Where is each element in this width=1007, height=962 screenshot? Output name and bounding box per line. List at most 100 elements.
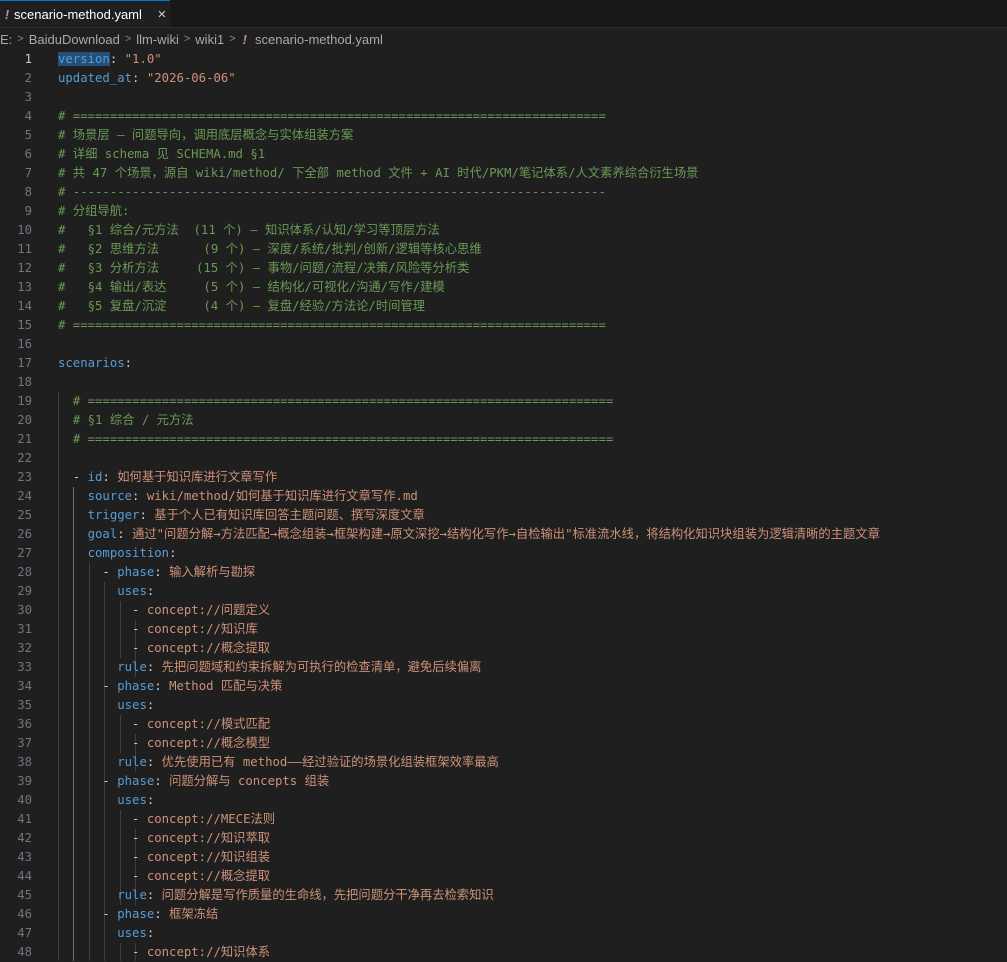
code-line[interactable]: 10 # §1 综合/元方法 (11 个) — 知识体系/认知/学习等顶层方法 (0, 221, 1007, 240)
code-line[interactable]: 12 # §3 分析方法 (15 个) — 事物/问题/流程/决策/风险等分析类 (0, 259, 1007, 278)
code-line[interactable]: 32 - concept://概念提取 (0, 639, 1007, 658)
code-line[interactable]: 11 # §2 思维方法 (9 个) — 深度/系统/批判/创新/逻辑等核心思维 (0, 240, 1007, 259)
code-line[interactable]: 3 (0, 88, 1007, 107)
chevron-right-icon: > (17, 33, 24, 45)
line-number: 29 (17, 584, 32, 598)
line-content: - concept://知识库 (58, 620, 258, 639)
code-line[interactable]: 33 rule: 先把问题域和约束拆解为可执行的检查清单，避免后续偏离 (0, 658, 1007, 677)
line-number: 43 (17, 850, 32, 864)
code-line[interactable]: 19 # ===================================… (0, 392, 1007, 411)
yaml-comment: # ======================================… (58, 109, 606, 123)
code-line[interactable]: 36 - concept://模式匹配 (0, 715, 1007, 734)
code-line[interactable]: 15 # ====================================… (0, 316, 1007, 335)
code-line[interactable]: 1 version: "1.0" (0, 50, 1007, 69)
line-content: - phase: 输入解析与勘探 (58, 563, 255, 582)
code-line[interactable]: 30 - concept://问题定义 (0, 601, 1007, 620)
code-line[interactable]: 45 rule: 问题分解是写作质量的生命线，先把问题分干净再去检索知识 (0, 886, 1007, 905)
code-line[interactable]: 37 - concept://概念模型 (0, 734, 1007, 753)
close-icon[interactable]: × (154, 6, 170, 23)
yaml-comment: # §5 复盘/沉淀 (4 个) — 复盘/经验/方法论/时间管理 (58, 299, 426, 313)
code-line[interactable]: 4 # =====================================… (0, 107, 1007, 126)
code-line[interactable]: 42 - concept://知识萃取 (0, 829, 1007, 848)
code-line[interactable]: 24 source: wiki/method/如何基于知识库进行文章写作.md (0, 487, 1007, 506)
code-line[interactable]: 17 scenarios: (0, 354, 1007, 373)
code-line[interactable]: 25 trigger: 基于个人已有知识库回答主题问题、撰写深度文章 (0, 506, 1007, 525)
code-line[interactable]: 13 # §4 输出/表达 (5 个) — 结构化/可视化/沟通/写作/建模 (0, 278, 1007, 297)
line-number: 30 (17, 603, 32, 617)
breadcrumb-drive[interactable]: E: (0, 32, 12, 47)
breadcrumb-folder-wiki1[interactable]: wiki1 (195, 32, 224, 47)
line-content: # ======================================… (58, 316, 606, 335)
code-line[interactable]: 39 - phase: 问题分解与 concepts 组装 (0, 772, 1007, 791)
line-content: - id: 如何基于知识库进行文章写作 (58, 468, 277, 487)
line-content: source: wiki/method/如何基于知识库进行文章写作.md (58, 487, 418, 506)
tab-title: scenario-method.yaml (14, 6, 142, 22)
line-content: # §2 思维方法 (9 个) — 深度/系统/批判/创新/逻辑等核心思维 (58, 240, 482, 259)
line-number: 20 (17, 413, 32, 427)
line-number: 37 (17, 736, 32, 750)
code-line[interactable]: 44 - concept://概念提取 (0, 867, 1007, 886)
code-line[interactable]: 31 - concept://知识库 (0, 620, 1007, 639)
code-line[interactable]: 47 uses: (0, 924, 1007, 943)
code-line[interactable]: 46 - phase: 框架冻结 (0, 905, 1007, 924)
line-content: # §1 综合/元方法 (11 个) — 知识体系/认知/学习等顶层方法 (58, 221, 440, 240)
yaml-comment: # --------------------------------------… (58, 185, 606, 199)
code-line[interactable]: 26 goal: 通过"问题分解→方法匹配→概念组装→框架构建→原文深挖→结构化… (0, 525, 1007, 544)
yaml-comment: # §3 分析方法 (15 个) — 事物/问题/流程/决策/风险等分析类 (58, 261, 470, 275)
line-content: - concept://知识组装 (58, 848, 270, 867)
code-editor[interactable]: 1 version: "1.0" 2 updated_at: "2026-06-06"… (0, 50, 1007, 961)
code-line[interactable]: 48 - concept://知识体系 (0, 943, 1007, 962)
code-line[interactable]: 2 updated_at: "2026-06-06" (0, 69, 1007, 88)
yaml-comment: # 详细 schema 见 SCHEMA.md §1 (58, 147, 266, 161)
yaml-value: "2026-06-06" (146, 71, 236, 85)
tab-scenario-method[interactable]: ! scenario-method.yaml × (0, 0, 170, 27)
code-line[interactable]: 9 # 分组导航: (0, 202, 1007, 221)
code-line[interactable]: 34 - phase: Method 匹配与决策 (0, 677, 1007, 696)
line-number: 42 (17, 831, 32, 845)
yaml-punct: : (146, 660, 162, 674)
yaml-comment: # ======================================… (72, 394, 614, 408)
line-content: # --------------------------------------… (58, 183, 606, 202)
line-number: 15 (17, 318, 32, 332)
line-content: - phase: 问题分解与 concepts 组装 (58, 772, 329, 791)
line-content: - concept://概念提取 (58, 867, 270, 886)
line-content: uses: (58, 696, 154, 715)
line-number: 24 (17, 489, 32, 503)
breadcrumb-folder-baidudownload[interactable]: BaiduDownload (29, 32, 120, 47)
code-line[interactable]: 35 uses: (0, 696, 1007, 715)
line-content: - concept://概念模型 (58, 734, 270, 753)
yaml-value: 先把问题域和约束拆解为可执行的检查清单，避免后续偏离 (161, 660, 482, 674)
breadcrumb-file[interactable]: scenario-method.yaml (255, 32, 383, 47)
yaml-punct: - (58, 774, 118, 788)
line-number: 5 (24, 128, 32, 142)
yaml-punct: : (132, 71, 147, 85)
line-number: 40 (17, 793, 32, 807)
code-line[interactable]: 29 uses: (0, 582, 1007, 601)
code-line[interactable]: 16 (0, 335, 1007, 354)
code-line[interactable]: 8 # -------------------------------------… (0, 183, 1007, 202)
code-line[interactable]: 14 # §5 复盘/沉淀 (4 个) — 复盘/经验/方法论/时间管理 (0, 297, 1007, 316)
line-content: scenarios: (58, 354, 132, 373)
code-line[interactable]: 43 - concept://知识组装 (0, 848, 1007, 867)
line-number: 4 (24, 109, 32, 123)
code-line[interactable]: 23 - id: 如何基于知识库进行文章写作 (0, 468, 1007, 487)
code-line[interactable]: 22 (0, 449, 1007, 468)
yaml-punct (58, 698, 117, 712)
code-line[interactable]: 5 # 场景层 — 问题导向，调用底层概念与实体组装方案 (0, 126, 1007, 145)
code-line[interactable]: 27 composition: (0, 544, 1007, 563)
code-line[interactable]: 38 rule: 优先使用已有 method——经过验证的场景化组装框架效率最高 (0, 753, 1007, 772)
code-line[interactable]: 18 (0, 373, 1007, 392)
yaml-punct: - (58, 907, 118, 921)
code-line[interactable]: 28 - phase: 输入解析与勘探 (0, 563, 1007, 582)
breadcrumb-folder-llm-wiki[interactable]: llm-wiki (136, 32, 179, 47)
yaml-punct (58, 546, 88, 560)
line-number: 3 (24, 90, 32, 104)
yaml-key: version (58, 52, 110, 66)
code-line[interactable]: 40 uses: (0, 791, 1007, 810)
code-line[interactable]: 7 # 共 47 个场景，源自 wiki/method/ 下全部 method 文… (0, 164, 1007, 183)
yaml-value: 如何基于知识库进行文章写作 (117, 470, 278, 484)
code-line[interactable]: 41 - concept://MECE法则 (0, 810, 1007, 829)
code-line[interactable]: 21 # ===================================… (0, 430, 1007, 449)
code-line[interactable]: 6 # 详细 schema 见 SCHEMA.md §1 (0, 145, 1007, 164)
code-line[interactable]: 20 # §1 综合 / 元方法 (0, 411, 1007, 430)
